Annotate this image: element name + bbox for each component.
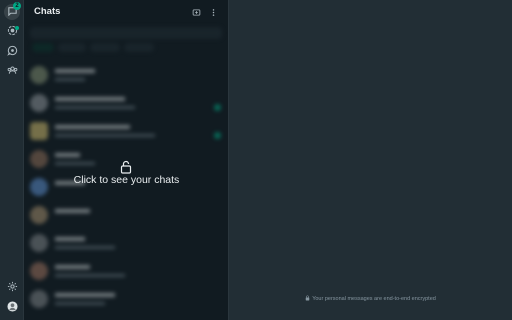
- new-chat-button[interactable]: [191, 7, 201, 17]
- unlock-chats-label: Click to see your chats: [73, 174, 180, 186]
- status-update-dot: [15, 26, 19, 30]
- blurred-text: [55, 293, 115, 297]
- filter-chip: [90, 43, 120, 52]
- blurred-text: [55, 125, 130, 129]
- blurred-text: [55, 97, 125, 101]
- blurred-text: [55, 265, 90, 269]
- chats-unread-badge: 2: [13, 2, 21, 10]
- menu-button[interactable]: [208, 7, 218, 17]
- avatar: [30, 150, 48, 168]
- blurred-text: [55, 106, 135, 109]
- settings-icon: [7, 279, 18, 297]
- unread-indicator: [214, 104, 221, 111]
- page-title: Chats: [34, 6, 61, 17]
- blurred-text: [55, 134, 155, 137]
- avatar: [30, 206, 48, 224]
- profile-nav-button[interactable]: [4, 300, 20, 316]
- blurred-text: [55, 69, 95, 73]
- blurred-text: [55, 237, 85, 241]
- list-item: [24, 202, 228, 230]
- avatar: [30, 234, 48, 252]
- filter-chips: [32, 43, 154, 52]
- avatar: [30, 290, 48, 308]
- blurred-text: [55, 209, 90, 213]
- menu-icon: [212, 8, 214, 16]
- search-input-placeholder-shape: [30, 27, 222, 39]
- list-item: [24, 62, 228, 90]
- settings-nav-button[interactable]: [4, 280, 20, 296]
- unread-indicator: [214, 132, 221, 139]
- avatar: [30, 262, 48, 280]
- unlock-icon: [120, 160, 132, 174]
- filter-chip: [58, 43, 86, 52]
- unlock-chats-button[interactable]: Click to see your chats: [64, 156, 189, 188]
- encryption-notice-text: Your personal messages are end-to-end en…: [312, 296, 436, 302]
- list-item: [24, 286, 228, 314]
- list-item: [24, 230, 228, 258]
- filter-chip: [32, 43, 54, 52]
- chat-list-panel: Chats Click to see your chats: [24, 0, 229, 320]
- conversation-pane: Your personal messages are end-to-end en…: [229, 0, 512, 320]
- chat-list-header: Chats: [24, 0, 228, 24]
- new-chat-icon: [192, 8, 200, 16]
- blurred-text: [55, 78, 85, 81]
- channels-icon: [6, 43, 18, 61]
- lock-icon: [305, 295, 310, 301]
- communities-icon: [7, 63, 18, 81]
- avatar: [30, 94, 48, 112]
- list-item: [24, 258, 228, 286]
- blurred-text: [55, 274, 125, 277]
- channels-nav-button[interactable]: [4, 44, 20, 60]
- list-item: [24, 90, 228, 118]
- list-item: [24, 118, 228, 146]
- avatar: [30, 122, 48, 140]
- avatar: [30, 66, 48, 84]
- blurred-text: [55, 246, 115, 249]
- communities-nav-button[interactable]: [4, 64, 20, 80]
- profile-avatar: [6, 299, 18, 317]
- encryption-notice: Your personal messages are end-to-end en…: [229, 295, 512, 302]
- nav-rail: 2: [0, 0, 24, 320]
- blurred-text: [55, 302, 105, 305]
- filter-chip: [124, 43, 154, 52]
